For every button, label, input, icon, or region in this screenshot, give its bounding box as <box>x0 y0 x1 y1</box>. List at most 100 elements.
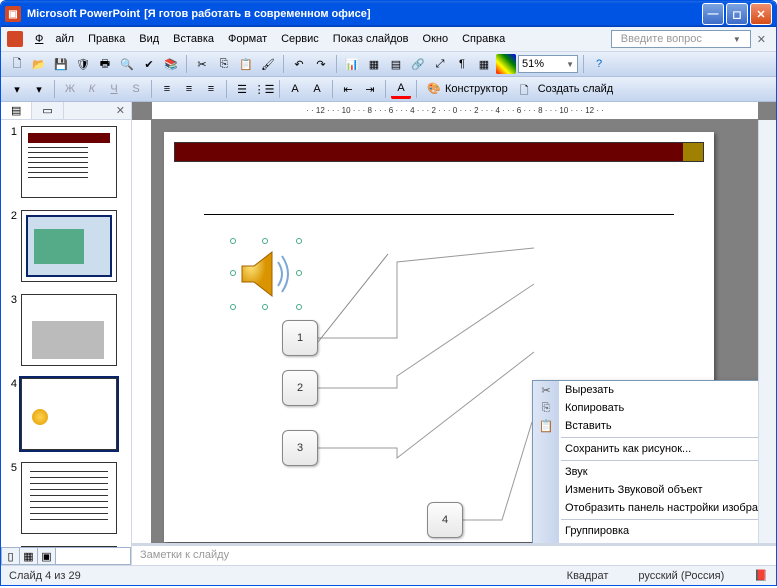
hyperlink-icon[interactable]: 🔗 <box>408 54 428 74</box>
print-icon[interactable]: 🖶 <box>95 54 115 74</box>
new-icon[interactable]: 🗋 <box>7 54 27 74</box>
increase-indent-icon[interactable]: ⇥ <box>360 79 380 99</box>
slide-thumb-3[interactable]: 3 <box>7 294 125 366</box>
slide-thumb-4[interactable]: 4 <box>7 378 125 450</box>
decrease-font-icon[interactable]: A <box>307 79 327 99</box>
ctx-order[interactable]: Порядок▶ <box>533 540 758 543</box>
undo-icon[interactable]: ↶ <box>289 54 309 74</box>
annotation-callout-3: 3 <box>282 430 318 466</box>
designer-icon: 🎨 <box>427 82 441 96</box>
ctx-cut[interactable]: Вырезать <box>533 381 758 399</box>
slide-thumb-1[interactable]: 1 <box>7 126 125 198</box>
table-icon[interactable]: ▦ <box>364 54 384 74</box>
context-menu: Вырезать Копировать Вставить Сохранить к… <box>532 380 758 543</box>
ctx-group[interactable]: Группировка▶ <box>533 522 758 540</box>
size-dd-icon[interactable]: ▾ <box>29 79 49 99</box>
paste-icon[interactable]: 📋 <box>236 54 256 74</box>
increase-font-icon[interactable]: A <box>285 79 305 99</box>
slides-tab[interactable]: ▭ <box>32 102 63 119</box>
ctx-edit-sound-object[interactable]: Изменить Звуковой объект <box>533 481 758 499</box>
ctx-sound[interactable]: Звук <box>533 463 758 481</box>
notes-pane[interactable]: Заметки к слайду <box>132 543 776 565</box>
cut-icon <box>538 382 554 398</box>
slideshow-view-button[interactable]: ▣ <box>38 548 56 564</box>
permission-icon[interactable]: 🛡 <box>73 54 93 74</box>
shadow-icon[interactable]: S <box>126 79 146 99</box>
menu-insert[interactable]: Вставка <box>167 31 220 47</box>
numbering-icon[interactable]: ☰ <box>232 79 252 99</box>
normal-view-button[interactable]: ▯ <box>2 548 20 564</box>
bullets-icon[interactable]: ⋮☰ <box>254 79 274 99</box>
close-button[interactable]: ✕ <box>750 3 772 25</box>
thumb-number: 3 <box>7 294 21 366</box>
preview-icon[interactable]: 🔍 <box>117 54 137 74</box>
redo-icon[interactable]: ↷ <box>311 54 331 74</box>
align-left-icon[interactable]: ≡ <box>157 79 177 99</box>
slide-thumb-5[interactable]: 5 <box>7 462 125 534</box>
designer-button[interactable]: 🎨Конструктор <box>422 80 513 98</box>
ctx-save-as-picture[interactable]: Сохранить как рисунок... <box>533 440 758 458</box>
ctx-show-picture-toolbar[interactable]: Отобразить панель настройки изображения <box>533 499 758 517</box>
app-title: Microsoft PowerPoint <box>27 8 140 20</box>
menu-help[interactable]: Справка <box>456 31 511 47</box>
spell-icon[interactable]: ✔ <box>139 54 159 74</box>
save-icon[interactable]: 💾 <box>51 54 71 74</box>
format-painter-icon[interactable]: 🖌 <box>258 54 278 74</box>
panes-close-button[interactable]: ✕ <box>110 104 131 117</box>
minimize-button[interactable]: — <box>702 3 724 25</box>
paste-icon <box>538 418 554 434</box>
help-icon[interactable]: ? <box>589 54 609 74</box>
menu-format[interactable]: Формат <box>222 31 273 47</box>
decrease-indent-icon[interactable]: ⇤ <box>338 79 358 99</box>
slide-thumb-6[interactable]: 6 <box>7 546 125 547</box>
menu-file[interactable]: Файл <box>29 31 80 47</box>
maximize-button[interactable]: ◻ <box>726 3 748 25</box>
slide-header-shape[interactable] <box>174 142 704 162</box>
font-dd-icon[interactable]: ▾ <box>7 79 27 99</box>
align-center-icon[interactable]: ≡ <box>179 79 199 99</box>
status-bar: Слайд 4 из 29 Квадрат русский (Россия) 📕 <box>1 565 776 585</box>
copy-icon[interactable]: ⎘ <box>214 54 234 74</box>
app-icon: ▣ <box>5 6 21 22</box>
chart-icon[interactable]: 📊 <box>342 54 362 74</box>
bold-icon[interactable]: Ж <box>60 79 80 99</box>
expand-icon[interactable]: ⤢ <box>430 54 450 74</box>
slide-thumb-2[interactable]: 2 <box>7 210 125 282</box>
status-spell-icon[interactable]: 📕 <box>754 569 768 582</box>
sound-object-selected[interactable] <box>234 242 298 306</box>
zoom-input[interactable]: 51%▼ <box>518 55 578 73</box>
slide-canvas-area[interactable]: Вырезать Копировать Вставить Сохранить к… <box>152 120 758 543</box>
font-color-icon[interactable]: A <box>391 79 411 99</box>
new-slide-button[interactable]: 🗋Создать слайд <box>515 80 618 98</box>
menu-window[interactable]: Окно <box>417 31 455 47</box>
annotation-callout-1: 1 <box>282 320 318 356</box>
open-icon[interactable]: 📂 <box>29 54 49 74</box>
doc-close-button[interactable]: ✕ <box>753 33 770 46</box>
show-formatting-icon[interactable]: ¶ <box>452 54 472 74</box>
vertical-scrollbar[interactable] <box>758 120 776 543</box>
grid-icon[interactable]: ▦ <box>474 54 494 74</box>
formatting-toolbar: ▾ ▾ Ж К Ч S ≡ ≡ ≡ ☰ ⋮☰ A A ⇤ ⇥ A 🎨Констр… <box>1 77 776 102</box>
align-right-icon[interactable]: ≡ <box>201 79 221 99</box>
cut-icon[interactable]: ✂ <box>192 54 212 74</box>
help-question-input[interactable]: Введите вопрос▼ <box>611 30 751 48</box>
menu-view[interactable]: Вид <box>133 31 165 47</box>
tables-borders-icon[interactable]: ▤ <box>386 54 406 74</box>
slide-thumbnails: 1 2 3 4 5 6 <box>1 120 131 547</box>
vertical-ruler <box>132 120 152 543</box>
color-icon[interactable] <box>496 54 516 74</box>
slide-title-placeholder[interactable] <box>204 214 674 215</box>
menu-bar: Файл Правка Вид Вставка Формат Сервис По… <box>1 27 776 52</box>
menu-slideshow[interactable]: Показ слайдов <box>327 31 415 47</box>
doc-title: [Я готов работать в современном офисе] <box>144 8 371 20</box>
underline-icon[interactable]: Ч <box>104 79 124 99</box>
new-slide-icon: 🗋 <box>520 82 534 96</box>
menu-tools[interactable]: Сервис <box>275 31 325 47</box>
research-icon[interactable]: 📚 <box>161 54 181 74</box>
outline-tab[interactable]: ▤ <box>1 102 32 119</box>
sorter-view-button[interactable]: ▦ <box>20 548 38 564</box>
ctx-copy[interactable]: Копировать <box>533 399 758 417</box>
ctx-paste[interactable]: Вставить <box>533 417 758 435</box>
italic-icon[interactable]: К <box>82 79 102 99</box>
menu-edit[interactable]: Правка <box>82 31 131 47</box>
